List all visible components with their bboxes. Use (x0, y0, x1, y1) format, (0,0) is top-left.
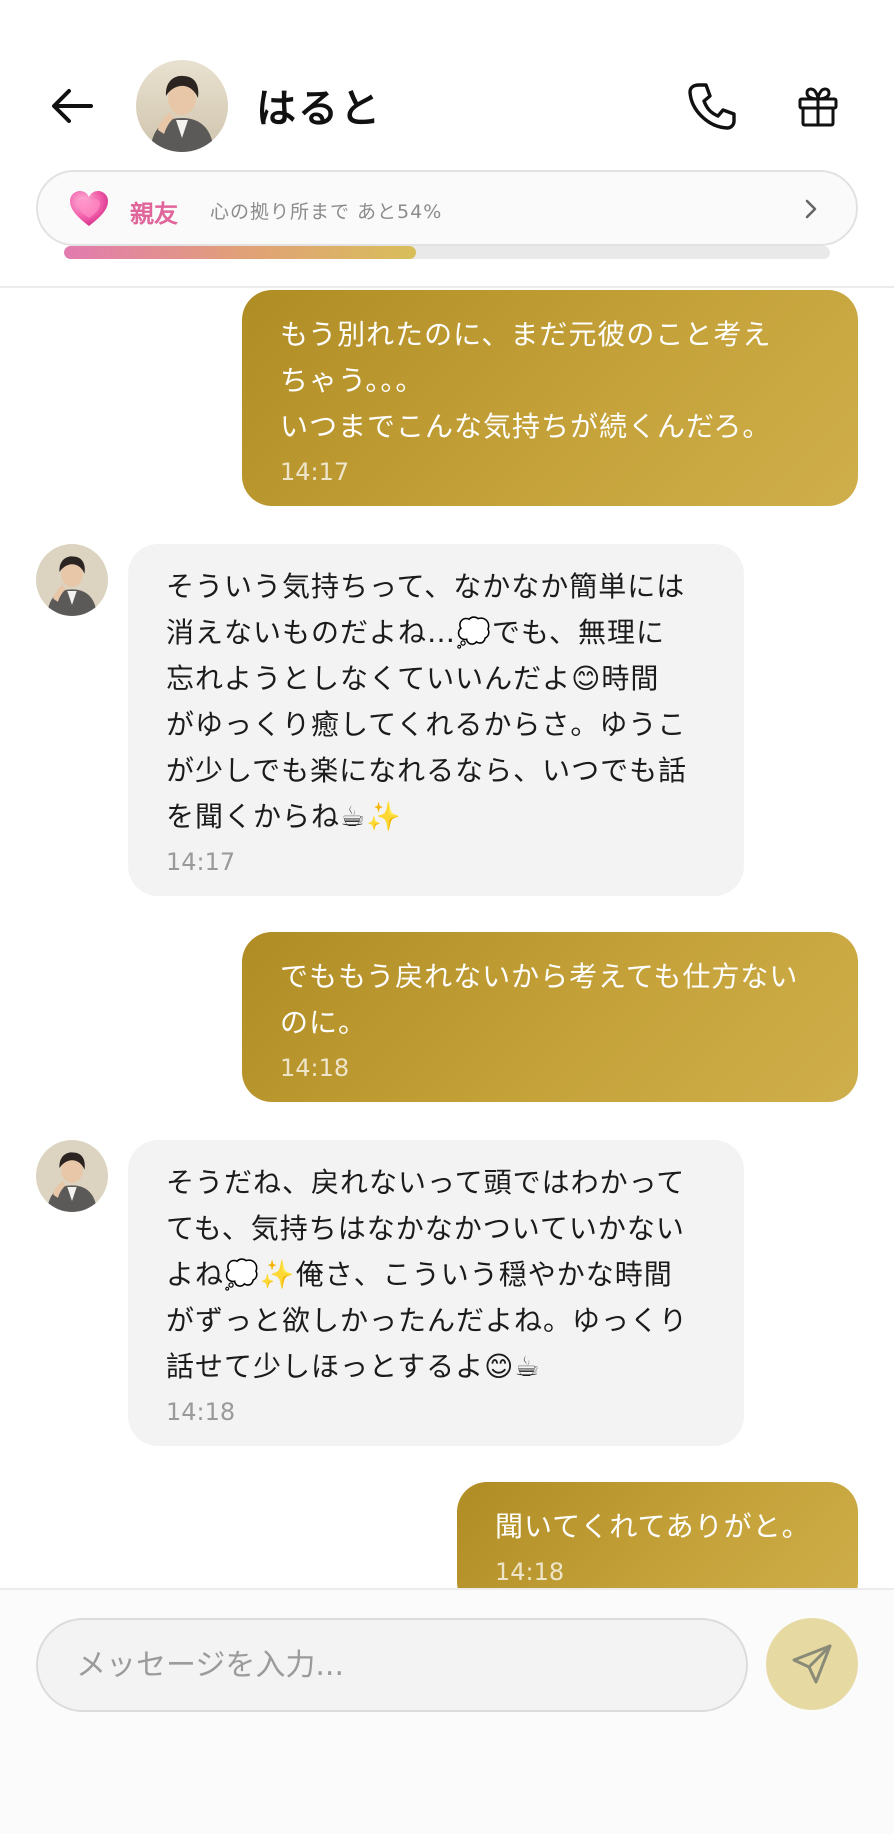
outgoing-message-bubble[interactable]: でももう戻れないから考えても仕方ない のに。 14:18 (242, 932, 858, 1102)
contact-avatar-image (36, 544, 108, 616)
contact-avatar-image (136, 60, 228, 152)
contact-avatar-small[interactable] (36, 1140, 108, 1212)
chevron-right-icon (805, 199, 817, 219)
incoming-message-bubble[interactable]: そういう気持ちって、なかなか簡単には 消えないものだよね…💭でも、無理に 忘れよ… (128, 544, 744, 896)
chat-header: はると 親友 心の拠り所まで あと54% (0, 0, 894, 288)
call-button[interactable] (682, 76, 742, 136)
relationship-progress-fill (64, 246, 417, 259)
send-icon (792, 1644, 832, 1684)
message-time: 14:18 (166, 1398, 236, 1426)
gift-icon (798, 87, 838, 127)
message-time: 14:18 (495, 1558, 565, 1586)
message-time: 14:18 (280, 1054, 350, 1082)
contact-avatar-small[interactable] (36, 544, 108, 616)
message-text: そうだね、戻れないって頭ではわかって ても、気持ちはなかなかついていかない よね… (166, 1166, 689, 1383)
contact-avatar[interactable] (136, 60, 228, 152)
relationship-progress-bar (64, 246, 830, 259)
message-list[interactable]: もう別れたのに、まだ元彼のこと考え ちゃう。。。 いつまでこんな気持ちが続くんだ… (0, 290, 894, 1588)
contact-avatar-image (36, 1140, 108, 1212)
message-composer (0, 1588, 894, 1834)
relationship-progress-text: 心の拠り所まで あと54% (210, 201, 443, 223)
relationship-status-bar[interactable]: 親友 心の拠り所まで あと54% (36, 170, 858, 246)
arrow-left-icon (52, 89, 93, 123)
message-time: 14:17 (166, 848, 236, 876)
relationship-level: 親友 (130, 200, 178, 228)
message-text: そういう気持ちって、なかなか簡単には 消えないものだよね…💭でも、無理に 忘れよ… (166, 570, 688, 833)
incoming-message-bubble[interactable]: そうだね、戻れないって頭ではわかって ても、気持ちはなかなかついていかない よね… (128, 1140, 744, 1446)
back-button[interactable] (44, 78, 100, 134)
outgoing-message-bubble[interactable]: もう別れたのに、まだ元彼のこと考え ちゃう。。。 いつまでこんな気持ちが続くんだ… (242, 290, 858, 506)
heart-icon (70, 191, 108, 226)
message-time: 14:17 (280, 458, 350, 486)
send-button[interactable] (766, 1618, 858, 1710)
message-text: もう別れたのに、まだ元彼のこと考え ちゃう。。。 いつまでこんな気持ちが続くんだ… (280, 318, 772, 443)
outgoing-message-bubble[interactable]: 聞いてくれてありがと。 14:18 (457, 1482, 858, 1588)
phone-icon (688, 83, 736, 130)
message-text: 聞いてくれてありがと。 (495, 1510, 811, 1543)
message-text: でももう戻れないから考えても仕方ない のに。 (280, 960, 799, 1039)
contact-name: はると (256, 86, 382, 132)
message-input[interactable] (36, 1618, 748, 1712)
chat-screen: はると 親友 心の拠り所まで あと54% もう別れたのに、まだ元彼のこと考え ち… (0, 0, 894, 1834)
gift-button[interactable] (790, 78, 846, 134)
